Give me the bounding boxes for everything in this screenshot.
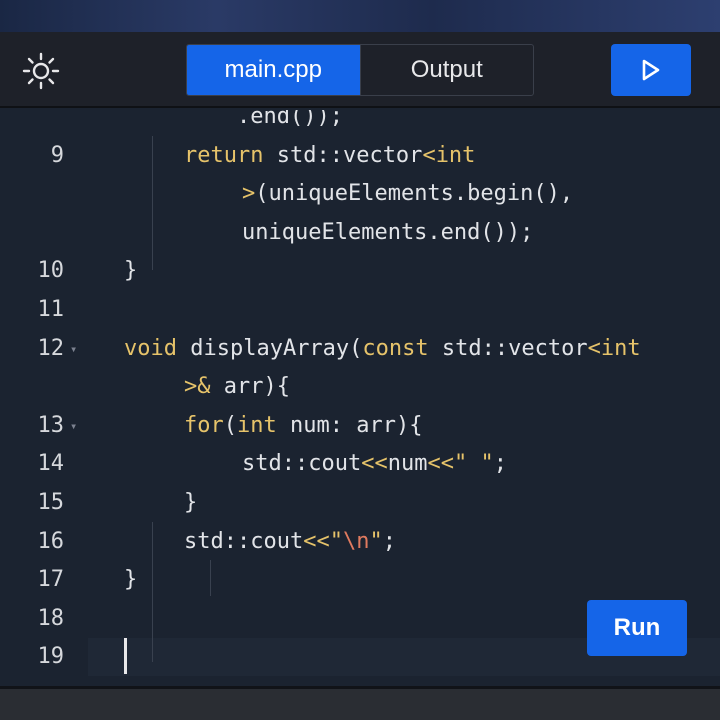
- line-number: 15: [37, 490, 65, 515]
- code-line: 11: [0, 291, 720, 329]
- code-token: int: [435, 142, 476, 168]
- code-line: >(uniqueElements.begin(),: [0, 175, 720, 213]
- line-number: 11: [37, 297, 65, 322]
- line-number: 17: [37, 567, 65, 593]
- code-token: <<: [427, 451, 454, 477]
- code-text: std::cout<<num<<" ";: [242, 445, 507, 483]
- play-button[interactable]: [611, 44, 691, 96]
- line-number: 14: [37, 451, 65, 477]
- tab-output[interactable]: Output: [359, 45, 534, 95]
- code-text: void displayArray(const std::vector<int: [124, 330, 641, 368]
- code-text: .end());: [184, 110, 343, 136]
- indent-guide: [152, 136, 153, 270]
- line-number: 19: [37, 644, 65, 670]
- code-token: int: [237, 412, 277, 438]
- code-token: displayArray(: [176, 335, 363, 361]
- editor-toolbar: main.cpp Output: [0, 32, 720, 108]
- code-text: std::cout<<"\n";: [184, 523, 396, 561]
- code-line: 14 std::cout<<num<<" ";: [0, 445, 720, 483]
- code-token: num: [387, 451, 428, 477]
- code-text: }: [124, 561, 137, 599]
- code-token: >&: [184, 374, 211, 400]
- code-token: std::vector: [428, 335, 588, 361]
- code-token: const: [362, 335, 429, 361]
- tab-main-cpp[interactable]: main.cpp: [187, 45, 360, 95]
- code-text: }: [184, 484, 197, 522]
- code-token: return: [184, 142, 264, 168]
- play-icon: [642, 59, 660, 81]
- code-token: ": [329, 528, 343, 554]
- code-token: (uniqueElements.begin(),: [255, 181, 574, 207]
- code-token: }: [184, 490, 198, 515]
- code-token: ;: [382, 528, 396, 554]
- code-editor[interactable]: .end()); 9 return std::vector<int >(uniqueE…: [0, 110, 720, 685]
- sun-icon[interactable]: [22, 52, 60, 90]
- code-token: .end());: [184, 110, 343, 129]
- fold-arrow-icon[interactable]: ▾: [70, 407, 77, 445]
- code-token: ": [369, 528, 383, 554]
- code-token: <: [422, 142, 436, 168]
- code-text: }: [124, 252, 137, 290]
- line-number: 13: [37, 412, 65, 438]
- code-token: <<: [361, 451, 388, 477]
- code-token: <: [587, 335, 601, 361]
- code-text: uniqueElements.end());: [242, 214, 533, 252]
- code-line: 12 ▾ void displayArray(const std::vector<i…: [0, 330, 720, 368]
- code-line: 17}: [0, 561, 720, 599]
- code-line: 10}: [0, 252, 720, 290]
- code-token: for: [184, 412, 224, 438]
- code-text: >& arr){: [184, 368, 290, 406]
- code-token: std::cout: [242, 451, 362, 477]
- line-number: 10: [37, 258, 65, 284]
- line-number: 12: [37, 335, 65, 361]
- code-token: (: [223, 412, 237, 438]
- code-token: std::vector: [263, 142, 423, 168]
- code-text: >(uniqueElements.begin(),: [242, 175, 573, 213]
- line-number: 9: [50, 142, 64, 168]
- code-token: int: [600, 335, 641, 361]
- indent-guide: [152, 522, 153, 662]
- code-token: void: [124, 335, 177, 361]
- code-token: num: arr){: [276, 412, 423, 438]
- code-line: 9 return std::vector<int: [0, 137, 720, 175]
- file-tabs: main.cpp Output: [186, 44, 534, 96]
- code-text: return std::vector<int: [184, 137, 475, 175]
- fold-arrow-icon[interactable]: ▾: [70, 330, 77, 368]
- code-line: uniqueElements.end());: [0, 214, 720, 252]
- run-button[interactable]: Run: [587, 600, 687, 656]
- window-top-strip: [0, 0, 720, 32]
- code-token: }: [124, 567, 138, 593]
- code-token: \n: [342, 528, 370, 554]
- code-token: std::cout: [184, 528, 304, 554]
- code-line: 15}: [0, 484, 720, 522]
- code-token: arr){: [210, 374, 290, 400]
- line-number: 16: [37, 528, 65, 554]
- code-token: " ": [453, 451, 494, 477]
- code-token: }: [124, 258, 138, 284]
- code-token: ;: [493, 451, 507, 477]
- bottom-bar: [0, 686, 720, 720]
- line-number: 18: [37, 605, 65, 631]
- code-token: <<: [303, 528, 330, 554]
- code-line: 16 std::cout<<"\n";: [0, 523, 720, 561]
- indent-guide: [210, 560, 211, 596]
- code-line: .end());: [0, 110, 720, 136]
- code-line: 13 ▾ for(int num: arr){: [0, 407, 720, 445]
- code-token: >: [242, 181, 256, 207]
- text-cursor: [124, 638, 127, 674]
- code-token: uniqueElements.end());: [242, 219, 534, 245]
- code-text: for(int num: arr){: [184, 407, 422, 445]
- code-line: >& arr){: [0, 368, 720, 406]
